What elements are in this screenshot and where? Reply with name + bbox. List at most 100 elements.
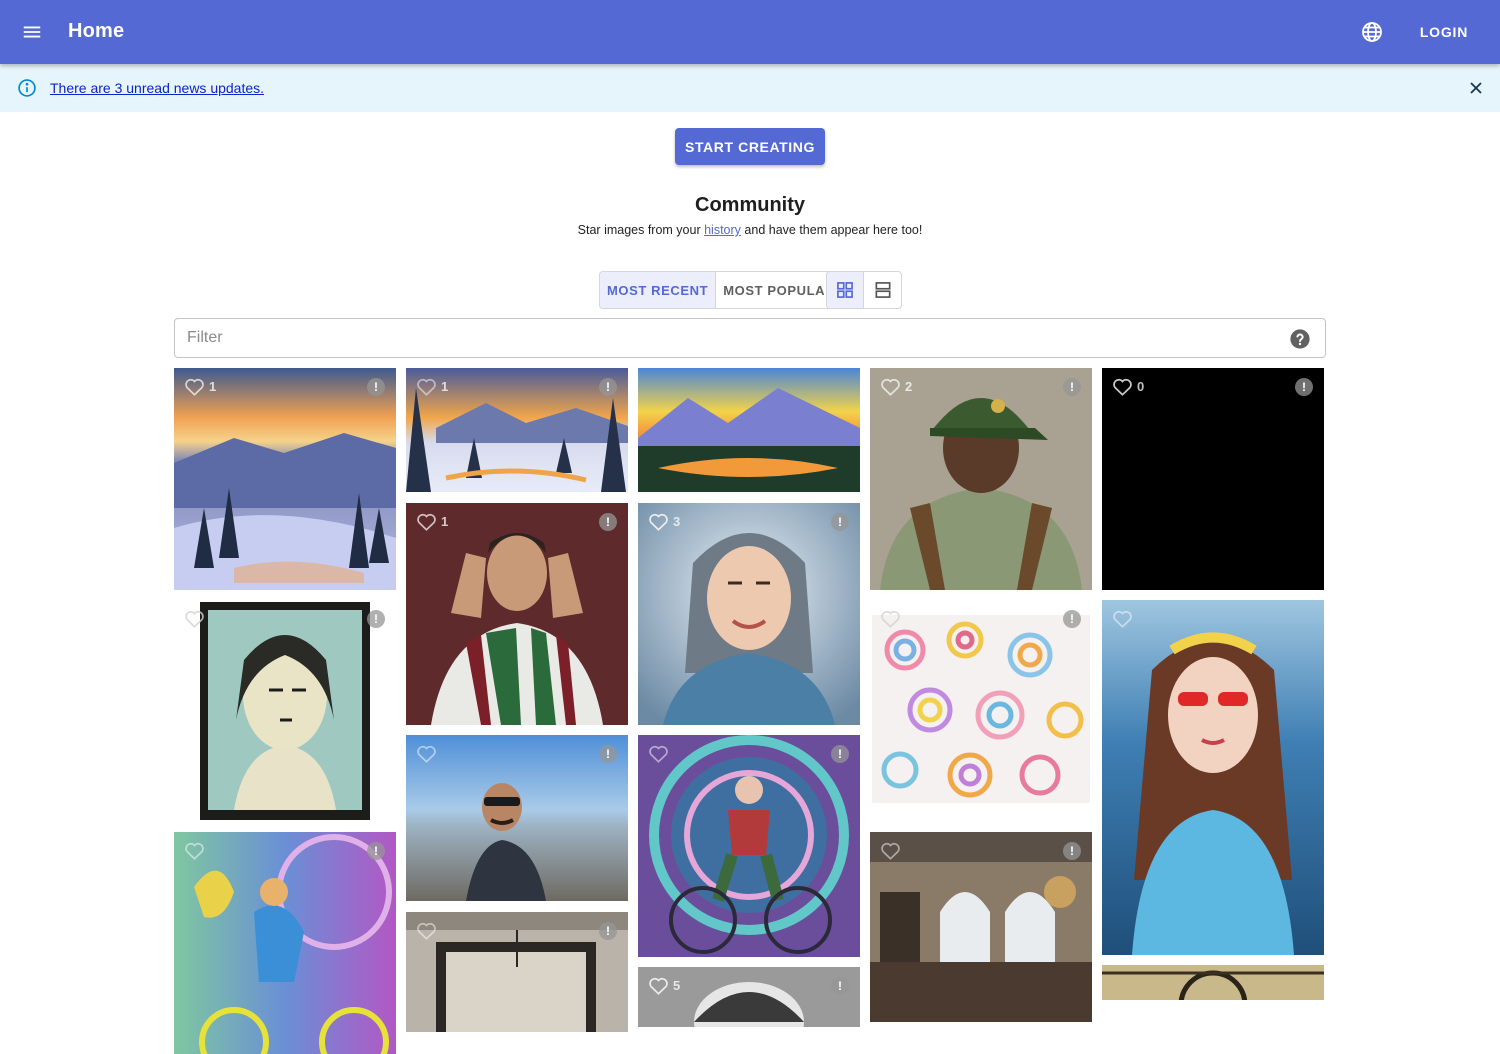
heart-icon: [417, 513, 436, 531]
tile-snowy-forest[interactable]: 1 !: [406, 368, 628, 492]
like-control[interactable]: [416, 744, 441, 763]
tile-image: [1102, 368, 1324, 590]
like-control[interactable]: 1: [184, 377, 216, 396]
like-control[interactable]: 1: [416, 377, 448, 396]
tile-soccer-player[interactable]: 1 !: [406, 503, 628, 725]
list-view-icon: [875, 282, 890, 298]
heart-icon: [417, 745, 436, 763]
app-bar: Home LOGIN: [0, 0, 1500, 64]
tile-cyclist-colorful[interactable]: !: [174, 832, 396, 1054]
language-button[interactable]: [1352, 12, 1392, 52]
report-icon[interactable]: !: [831, 513, 849, 531]
report-icon[interactable]: !: [367, 842, 385, 860]
tile-grayscale-portrait[interactable]: 5 !: [638, 967, 860, 1027]
report-icon[interactable]: !: [599, 745, 617, 763]
like-control[interactable]: [880, 841, 905, 860]
tile-image: [638, 503, 860, 725]
heart-icon: [185, 842, 204, 860]
heart-icon: [881, 842, 900, 860]
like-count: 3: [673, 514, 681, 529]
heart-icon: [648, 377, 669, 396]
report-icon[interactable]: !: [599, 378, 617, 396]
tile-image: [1102, 600, 1324, 955]
report-icon[interactable]: !: [831, 977, 849, 995]
tile-image: [870, 600, 1092, 822]
tile-concrete-interior[interactable]: !: [406, 912, 628, 1032]
tile-psychedelic-cyclist[interactable]: !: [638, 735, 860, 957]
heart-icon: [417, 922, 436, 940]
filter-field: [174, 318, 1326, 358]
report-icon[interactable]: !: [1295, 378, 1313, 396]
report-icon[interactable]: !: [599, 513, 617, 531]
like-control[interactable]: [184, 609, 209, 628]
like-control[interactable]: [1112, 609, 1137, 628]
tile-man-green-cap[interactable]: 2 !: [870, 368, 1092, 590]
subtitle-text-after: and have them appear here too!: [740, 223, 923, 237]
sort-most-popular[interactable]: MOST POPULAR: [716, 272, 842, 308]
page-title: Home: [68, 20, 125, 42]
info-icon: [18, 79, 36, 97]
like-control[interactable]: 1: [416, 512, 448, 531]
list-view-button[interactable]: [864, 272, 901, 308]
heart-icon: [417, 378, 436, 396]
tile-woman-in-water[interactable]: [1102, 600, 1324, 955]
sort-most-recent[interactable]: MOST RECENT: [600, 272, 717, 308]
report-icon[interactable]: !: [599, 922, 617, 940]
tile-winter-sunset[interactable]: 1 !: [174, 368, 396, 590]
news-link[interactable]: There are 3 unread news updates.: [50, 80, 264, 96]
tile-loft-interior[interactable]: !: [870, 832, 1092, 1022]
login-button[interactable]: LOGIN: [1408, 16, 1480, 48]
report-icon[interactable]: !: [831, 745, 849, 763]
history-link[interactable]: history: [704, 223, 741, 237]
tile-image: [406, 503, 628, 725]
like-count: 1: [441, 379, 449, 394]
tile-swirl-pattern[interactable]: !: [870, 600, 1092, 822]
sort-toggle-group: MOST RECENT MOST POPULAR: [599, 271, 844, 309]
tile-ornate-pattern[interactable]: [1102, 965, 1324, 1000]
like-control[interactable]: 3: [648, 512, 680, 531]
community-subtitle: Star images from your history and have t…: [0, 223, 1500, 237]
report-icon[interactable]: !: [367, 610, 385, 628]
tile-image: [870, 368, 1092, 590]
start-creating-button[interactable]: START CREATING: [675, 128, 825, 165]
community-title: Community: [695, 194, 805, 216]
tile-beach-selfie[interactable]: !: [406, 735, 628, 901]
grid-view-button[interactable]: [827, 272, 865, 308]
tile-image: [174, 368, 396, 590]
like-control[interactable]: [184, 841, 209, 860]
heart-icon: [649, 745, 668, 763]
heart-icon: [1113, 610, 1132, 628]
like-control[interactable]: 0: [1112, 377, 1144, 396]
heart-icon: [649, 977, 668, 995]
tile-image: [1102, 965, 1324, 1000]
like-count: 1: [209, 379, 217, 394]
heart-icon: [185, 378, 204, 396]
like-control[interactable]: [416, 921, 441, 940]
like-count: 0: [1137, 379, 1145, 394]
help-icon[interactable]: [1289, 328, 1311, 350]
like-control[interactable]: 5: [648, 976, 680, 995]
like-control[interactable]: [880, 609, 905, 628]
tile-image: [174, 832, 396, 1054]
like-count: 5: [673, 978, 681, 993]
tile-woodcut-woman[interactable]: !: [174, 600, 396, 822]
globe-icon: [1362, 22, 1382, 42]
heart-icon: [1113, 378, 1132, 396]
menu-icon: [23, 26, 41, 38]
report-icon[interactable]: !: [1063, 842, 1081, 860]
like-control[interactable]: 2: [880, 377, 912, 396]
view-toggle-group: [826, 271, 902, 309]
grid-view-icon: [837, 282, 853, 298]
like-control[interactable]: [648, 377, 673, 396]
report-icon[interactable]: !: [1063, 378, 1081, 396]
close-icon[interactable]: [1466, 78, 1486, 98]
filter-input[interactable]: [187, 327, 1277, 349]
tile-nurse-portrait[interactable]: 3 !: [638, 503, 860, 725]
tile-black-image[interactable]: 0 !: [1102, 368, 1324, 590]
heart-icon: [649, 513, 668, 531]
report-icon[interactable]: !: [367, 378, 385, 396]
menu-button[interactable]: [12, 12, 52, 52]
like-control[interactable]: [648, 744, 673, 763]
tile-mountain-lake[interactable]: [638, 368, 860, 492]
report-icon[interactable]: !: [1063, 610, 1081, 628]
